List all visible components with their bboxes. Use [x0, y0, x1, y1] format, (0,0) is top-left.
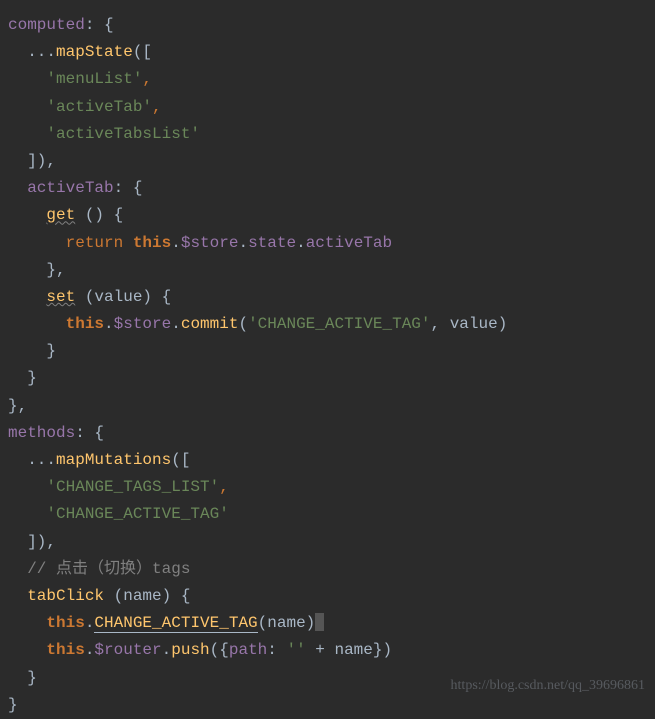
property: activeTab	[27, 179, 113, 197]
property: computed	[8, 16, 85, 34]
code-line: // 点击（切换）tags	[8, 556, 647, 583]
code-line: 'menuList',	[8, 66, 647, 93]
keyword-this: this	[133, 234, 171, 252]
code-line: activeTab: {	[8, 175, 647, 202]
string-literal: 'CHANGE_TAGS_LIST'	[46, 478, 219, 496]
code-line: methods: {	[8, 420, 647, 447]
setter: set	[46, 288, 75, 306]
code-line: ]),	[8, 148, 647, 175]
property: methods	[8, 424, 75, 442]
method-def: tabClick	[27, 587, 104, 605]
code-line: tabClick (name) {	[8, 583, 647, 610]
watermark: https://blog.csdn.net/qq_39696861	[451, 674, 645, 698]
comment: // 点击（切换）tags	[27, 560, 190, 578]
code-line: }	[8, 365, 647, 392]
code-line: this.CHANGE_ACTIVE_TAG(name)	[8, 610, 647, 637]
code-editor[interactable]: computed: { ...mapState([ 'menuList', 'a…	[8, 12, 647, 719]
keyword-return: return	[66, 234, 133, 252]
code-line: return this.$store.state.activeTab	[8, 230, 647, 257]
getter: get	[46, 206, 75, 224]
keyword-this: this	[66, 315, 104, 333]
string-literal: 'menuList'	[46, 70, 142, 88]
string-literal: 'CHANGE_ACTIVE_TAG'	[248, 315, 430, 333]
code-line: this.$router.push({path: '' + name})	[8, 637, 647, 664]
code-line: 'CHANGE_ACTIVE_TAG'	[8, 501, 647, 528]
code-line: },	[8, 257, 647, 284]
cursor-icon	[315, 613, 324, 631]
method-call: CHANGE_ACTIVE_TAG	[94, 614, 257, 633]
keyword-this: this	[46, 641, 84, 659]
code-line: }	[8, 338, 647, 365]
code-line: this.$store.commit('CHANGE_ACTIVE_TAG', …	[8, 311, 647, 338]
keyword-this: this	[46, 614, 84, 632]
code-line: ...mapState([	[8, 39, 647, 66]
code-line: get () {	[8, 202, 647, 229]
code-line: },	[8, 393, 647, 420]
code-line: set (value) {	[8, 284, 647, 311]
code-line: 'CHANGE_TAGS_LIST',	[8, 474, 647, 501]
code-line: computed: {	[8, 12, 647, 39]
code-line: 'activeTab',	[8, 94, 647, 121]
string-literal: 'activeTabsList'	[46, 125, 200, 143]
string-literal: 'CHANGE_ACTIVE_TAG'	[46, 505, 228, 523]
method-call: mapMutations	[56, 451, 171, 469]
code-line: 'activeTabsList'	[8, 121, 647, 148]
code-line: ]),	[8, 529, 647, 556]
string-literal: 'activeTab'	[46, 98, 152, 116]
code-line: ...mapMutations([	[8, 447, 647, 474]
method-call: mapState	[56, 43, 133, 61]
